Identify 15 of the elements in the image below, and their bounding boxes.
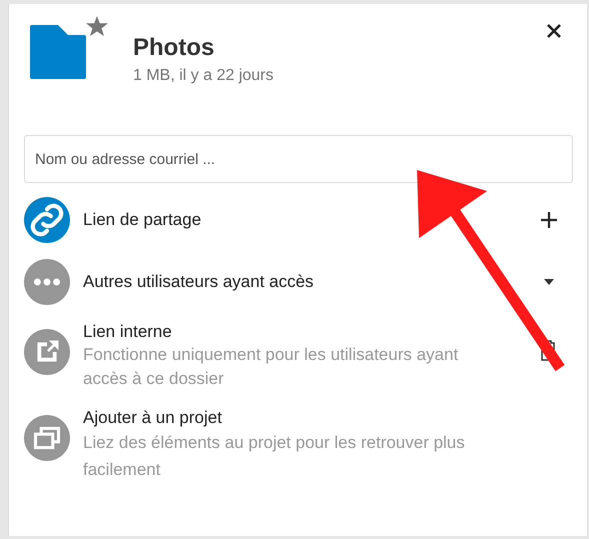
entry-title[interactable]: Autres utilisateurs ayant accès [83,271,537,293]
folder-icon [30,25,86,79]
star-icon[interactable] [86,16,108,37]
entry-title[interactable]: Lien de partage [83,209,537,231]
external-link-icon [24,329,70,375]
entry-title[interactable]: Ajouter à un projet [83,407,561,429]
projects-icon [24,415,70,461]
search-field[interactable]: Nom ou adresse courriel ... [24,135,573,183]
share-link-icon [24,197,70,243]
folder-title: Photos [133,33,216,63]
folder-details: 1 MB, il y a 22 jours [133,66,274,86]
entry-description: Liez des éléments au projet pour les retrouver plus facilement [83,432,466,481]
entry-title[interactable]: Lien interne [83,321,537,343]
more-icon [24,259,70,305]
entry-description: Fonctionne uniquement pour les utilisateurs ayant accès à ce dossier [83,344,460,390]
